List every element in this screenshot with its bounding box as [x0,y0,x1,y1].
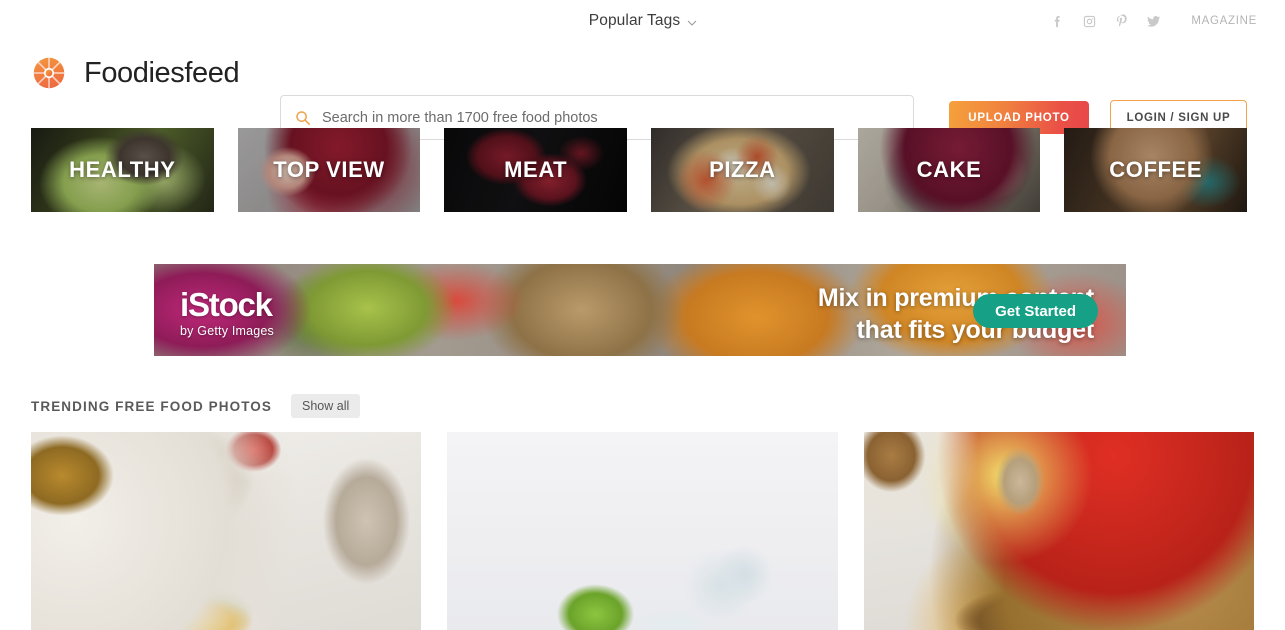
category-label: CAKE [916,157,982,182]
get-started-button[interactable]: Get Started [973,294,1098,328]
category-label: MEAT [504,157,568,182]
photo-card-lime-splash[interactable] [447,432,838,630]
category-tile-top-view[interactable]: TOP VIEW [237,128,421,212]
social-links: MAGAZINE [1049,0,1257,42]
section-title: TRENDING FREE FOOD PHOTOS [31,398,273,414]
category-tile-pizza[interactable]: PIZZA [651,128,834,212]
category-tiles: HEALTHY TOP VIEW MEAT PIZZA CAKE COFFEE [31,128,1248,212]
brand-home-link[interactable]: Foodiesfeed [30,54,240,92]
istock-ad-banner[interactable]: iStock by Getty Images Mix in premium co… [154,264,1126,356]
category-tile-cake[interactable]: CAKE [857,128,1041,212]
brand-name: Foodiesfeed [84,56,240,89]
photo-image-flatlay [863,432,1254,630]
magazine-link[interactable]: MAGAZINE [1191,15,1257,27]
show-all-button[interactable]: Show all [291,394,361,418]
pinterest-icon[interactable] [1113,13,1130,30]
aperture-logo-icon [30,54,68,92]
popular-tags-label: Popular Tags [588,12,681,29]
twitter-icon[interactable] [1145,13,1162,30]
category-label: HEALTHY [69,157,176,182]
category-label: TOP VIEW [273,157,385,182]
instagram-icon[interactable] [1081,13,1098,30]
trending-header: TRENDING FREE FOOD PHOTOS Show all [31,394,361,418]
photo-grid [31,432,1254,630]
istock-sub-brand: by Getty Images [180,324,275,338]
search-icon [295,110,311,126]
category-label: PIZZA [709,157,776,182]
popular-tags-dropdown[interactable]: Popular Tags [588,12,697,30]
chevron-down-icon [687,18,697,27]
utility-bar: Popular Tags MAGAZINE [0,0,1285,42]
site-header: Foodiesfeed UPLOAD PHOTO LOGIN / SIGN UP [0,42,1285,140]
facebook-icon[interactable] [1049,13,1066,30]
category-tile-coffee[interactable]: COFFEE [1064,128,1248,212]
photo-image-lime-splash [447,432,838,630]
category-label: COFFEE [1109,157,1203,182]
istock-brand: iStock [180,286,273,323]
photo-card-flatlay[interactable] [863,432,1254,630]
istock-logo: iStock by Getty Images [180,288,274,338]
photo-image-breakfast [31,432,422,630]
photo-card-breakfast[interactable] [31,432,422,630]
category-tile-meat[interactable]: MEAT [444,128,628,212]
category-tile-healthy[interactable]: HEALTHY [31,128,214,212]
